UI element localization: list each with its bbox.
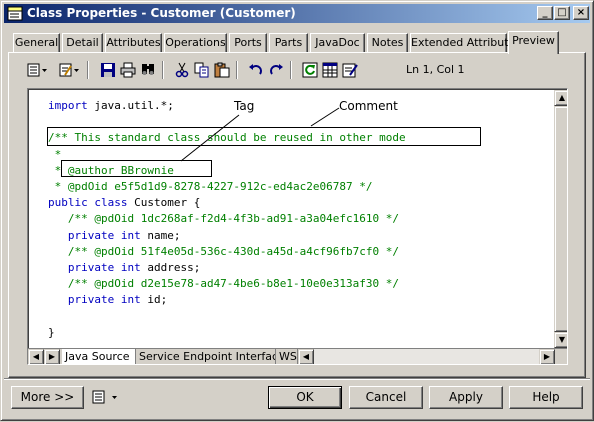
tab-notes[interactable]: Notes: [367, 33, 408, 53]
code-token: /** @pdOid 1dc268af-f2d4-4f3b-ad91-a3a04…: [48, 212, 399, 226]
tab-extended-attributes[interactable]: Extended Attributes: [410, 33, 521, 53]
title-bar[interactable]: Class Properties - Customer (Customer) _…: [4, 4, 590, 23]
properties-window: Class Properties - Customer (Customer) _…: [0, 0, 594, 421]
help-button[interactable]: Help: [509, 386, 583, 409]
more-button[interactable]: More >>: [11, 386, 84, 409]
toolbar-separator: [162, 61, 164, 79]
refresh-icon[interactable]: [300, 60, 320, 80]
close-button[interactable]: ×: [573, 6, 589, 20]
tag-highlight-box: [61, 160, 212, 177]
code-token: /** @pdOid d2e15e78-ad47-4be6-b8e1-10e0e…: [48, 277, 399, 291]
tab-javadoc[interactable]: JavaDoc: [310, 33, 365, 53]
code-line: public class Customer {: [48, 195, 406, 211]
scroll-thumb[interactable]: [554, 106, 567, 332]
code-line: /** @pdOid 51f4e05d-536c-430d-a45d-a4cf9…: [48, 244, 406, 260]
toolbar-separator: [290, 61, 292, 79]
paste-icon[interactable]: [212, 60, 232, 80]
class-icon: [7, 6, 23, 21]
apply-button[interactable]: Apply: [429, 386, 503, 409]
button-divider: [4, 378, 590, 380]
horizontal-scrollbar[interactable]: ◀ ▶: [298, 349, 555, 364]
copy-icon[interactable]: [192, 60, 212, 80]
scroll-down-icon[interactable]: ▼: [554, 332, 567, 348]
tab-attributes[interactable]: Attributes: [105, 33, 162, 53]
tab-operations[interactable]: Operations: [164, 33, 227, 53]
hscroll-right-icon[interactable]: ▶: [539, 349, 555, 364]
code-token: import: [48, 99, 88, 112]
tab-ports[interactable]: Ports: [229, 33, 267, 53]
cursor-position-label: Ln 1, Col 1: [406, 63, 465, 76]
code-token: id;: [140, 293, 168, 307]
vertical-scrollbar[interactable]: ▲ ▼: [554, 90, 567, 348]
cut-icon[interactable]: [172, 60, 192, 80]
code-token: Customer {: [127, 196, 201, 210]
save-icon[interactable]: [98, 60, 118, 80]
code-line: }: [48, 325, 406, 341]
code-token: name;: [140, 228, 181, 242]
redo-icon[interactable]: [266, 60, 286, 80]
toolbar-separator: [236, 61, 238, 79]
ok-button[interactable]: OK: [268, 386, 342, 409]
code-line: private int name;: [48, 228, 406, 244]
code-line: private int address;: [48, 260, 406, 276]
table-icon[interactable]: [320, 60, 340, 80]
properties-menu-icon[interactable]: [25, 60, 51, 80]
maximize-button[interactable]: □: [554, 6, 570, 20]
code-token: private int: [67, 293, 141, 307]
code-token: /** @pdOid 51f4e05d-536c-430d-a45d-a4cf9…: [48, 244, 399, 258]
tab-ws[interactable]: WS: [276, 349, 298, 364]
edit-menu-icon[interactable]: [57, 60, 83, 80]
source-tab-bar: ◀ ▶ Java Source Service Endpoint Interfa…: [28, 348, 567, 364]
toolbar-separator: [87, 61, 89, 79]
view-menu-icon[interactable]: [90, 387, 124, 407]
code-token: address;: [140, 260, 201, 274]
editor-icon[interactable]: [340, 60, 360, 80]
code-token: private int: [67, 228, 141, 242]
code-token: }: [48, 325, 55, 339]
code-token: * @pdOid e5f5d1d9-8278-4227-912c-ed4ac2e…: [48, 179, 373, 193]
print-icon[interactable]: [118, 60, 138, 80]
tag-callout-label: Tag: [234, 99, 255, 113]
code-token: public class: [48, 196, 128, 210]
tab-preview[interactable]: Preview: [508, 31, 559, 54]
cancel-button[interactable]: Cancel: [349, 386, 423, 409]
tab-scroll-left-icon[interactable]: ◀: [28, 349, 44, 364]
preview-toolbar: Ln 1, Col 1: [21, 59, 561, 81]
code-token: *: [48, 147, 62, 161]
code-line: private int id;: [48, 292, 406, 308]
code-token: private int: [67, 260, 141, 274]
scroll-up-icon[interactable]: ▲: [554, 90, 567, 106]
window-title: Class Properties - Customer (Customer): [27, 6, 296, 20]
code-line: * @pdOid e5f5d1d9-8278-4227-912c-ed4ac2e…: [48, 179, 406, 195]
code-line: /** @pdOid d2e15e78-ad47-4be6-b8e1-10e0e…: [48, 276, 406, 292]
minimize-button[interactable]: _: [537, 6, 553, 20]
code-line: /** @pdOid 1dc268af-f2d4-4f3b-ad91-a3a04…: [48, 211, 406, 227]
tab-service-endpoint-interface[interactable]: Service Endpoint Interface: [136, 349, 276, 364]
find-icon[interactable]: [138, 60, 158, 80]
tab-strip: General Detail Attributes Operations Por…: [8, 31, 588, 54]
tab-general[interactable]: General: [13, 33, 60, 53]
comment-callout-label: Comment: [339, 99, 398, 113]
tab-java-source[interactable]: Java Source: [62, 349, 136, 364]
hscroll-left-icon[interactable]: ◀: [298, 349, 314, 364]
comment-highlight-box: [47, 127, 481, 146]
tab-detail[interactable]: Detail: [62, 33, 103, 53]
tab-parts[interactable]: Parts: [269, 33, 308, 53]
undo-icon[interactable]: [246, 60, 266, 80]
code-token: java.util.*;: [87, 99, 174, 112]
tab-scroll-right-icon[interactable]: ▶: [44, 349, 60, 364]
